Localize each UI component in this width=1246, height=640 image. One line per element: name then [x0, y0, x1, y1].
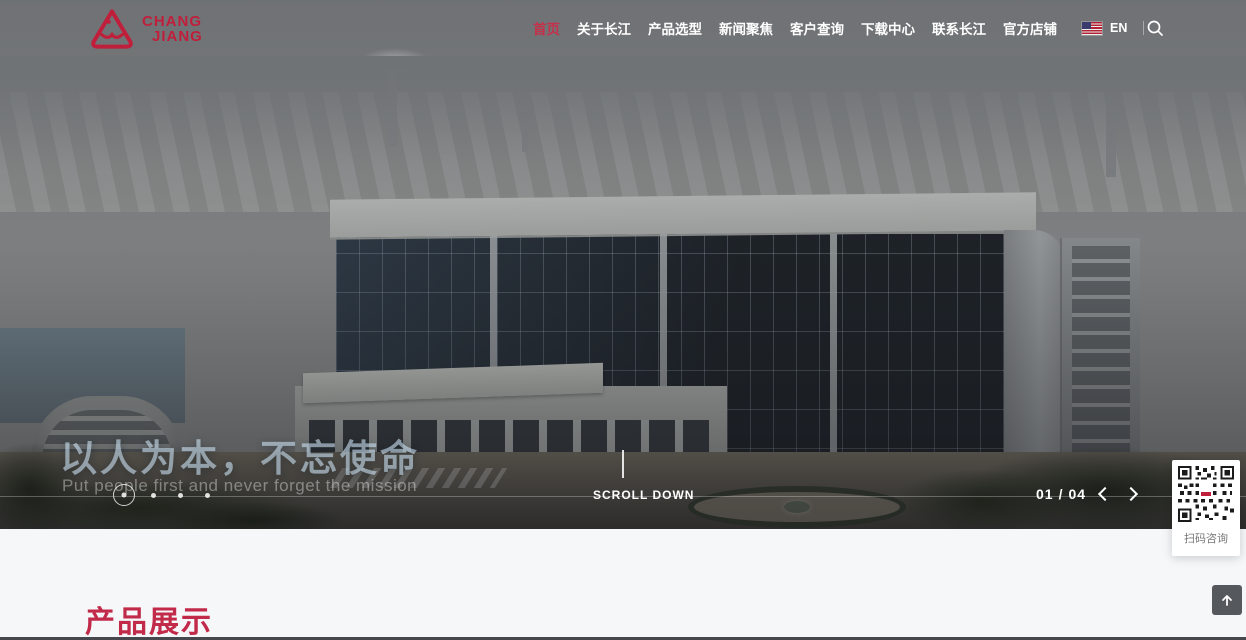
brand-logo[interactable]: CHANG JIANG: [88, 8, 203, 50]
nav-item-contact[interactable]: 联系长江: [932, 18, 986, 38]
slide-counter: 01 / 04: [1036, 486, 1086, 502]
section-title: 产品展示: [85, 597, 213, 640]
language-switcher: EN: [1082, 0, 1144, 56]
carousel-dot[interactable]: [205, 493, 210, 498]
nav-item-news[interactable]: 新闻聚焦: [719, 18, 773, 38]
qr-card-label: 扫码咨询: [1172, 530, 1240, 546]
scroll-down-label: SCROLL DOWN: [593, 488, 694, 502]
carousel-dot[interactable]: [151, 493, 156, 498]
nav-item-official-store[interactable]: 官方店铺: [1003, 18, 1057, 38]
scroll-down-line: [622, 450, 624, 478]
carousel-dot-active[interactable]: [113, 484, 135, 506]
carousel-dot[interactable]: [178, 493, 183, 498]
slide-current: 01: [1036, 486, 1054, 502]
qr-code: [1178, 466, 1234, 522]
nav-item-downloads[interactable]: 下载中心: [861, 18, 915, 38]
slide-separator: /: [1059, 486, 1064, 502]
nav-item-customer-query[interactable]: 客户查询: [790, 18, 844, 38]
qr-consult-card[interactable]: 扫码咨询: [1172, 460, 1240, 556]
nav-item-home[interactable]: 首页: [533, 18, 560, 38]
nav-item-products[interactable]: 产品选型: [648, 18, 702, 38]
triangle-bird-logo-icon: [88, 8, 136, 50]
products-section: 产品展示: [0, 529, 1246, 640]
brand-name: CHANG JIANG: [142, 14, 203, 44]
main-nav: 首页 关于长江 产品选型 新闻聚焦 客户查询 下载中心 联系长江 官方店铺: [533, 0, 1057, 56]
slide-total: 04: [1068, 486, 1086, 502]
hero-banner: 以人为本，不忘使命 Put people first and never for…: [0, 0, 1246, 529]
search-icon[interactable]: [1146, 19, 1164, 37]
scroll-top-button[interactable]: [1212, 585, 1242, 615]
hero-title: 以人为本，不忘使命: [60, 428, 420, 482]
site-header: CHANG JIANG 首页 关于长江 产品选型 新闻聚焦 客户查询 下载中心 …: [0, 0, 1246, 56]
language-label[interactable]: EN: [1110, 21, 1127, 35]
page: 以人为本，不忘使命 Put people first and never for…: [0, 0, 1246, 640]
us-flag-icon[interactable]: [1082, 22, 1102, 35]
divider: [1143, 21, 1144, 35]
arrow-up-icon: [1219, 592, 1235, 608]
nav-item-about[interactable]: 关于长江: [577, 18, 631, 38]
